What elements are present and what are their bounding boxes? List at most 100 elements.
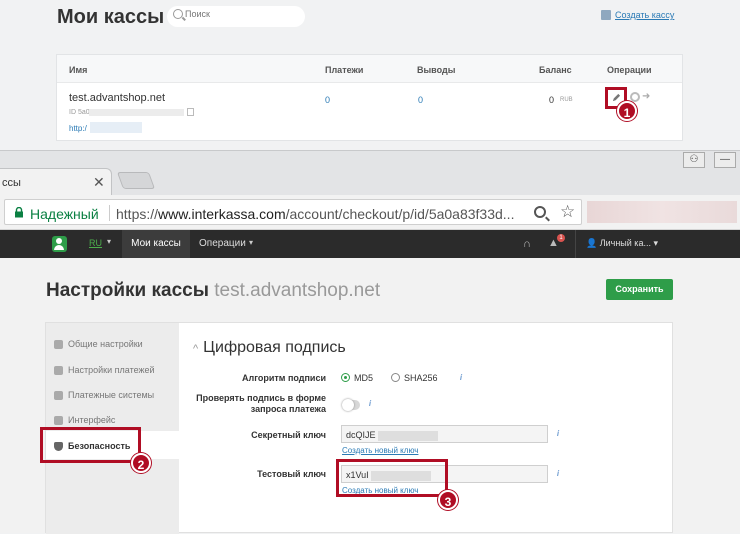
copy-icon[interactable]: [187, 108, 194, 116]
section-title[interactable]: ^ Цифровая подпись: [193, 339, 346, 357]
omnibox-separator: [109, 205, 110, 221]
save-button[interactable]: Сохранить: [606, 279, 673, 300]
url-path: /account/checkout/p/id/5a0a83f33d...: [285, 206, 515, 222]
browser-tab-bar: ссы ✕ ⚇ —: [0, 150, 740, 196]
support-icon[interactable]: ∩: [523, 238, 531, 250]
lock-icon: [15, 207, 23, 218]
search-icon: [173, 9, 183, 19]
close-icon[interactable]: ✕: [93, 174, 105, 191]
secure-label: Надежный: [30, 206, 99, 222]
nav-item-my-cashboxes[interactable]: Мои кассы: [122, 230, 190, 258]
sidebar-item-general[interactable]: Общие настройки: [54, 339, 143, 349]
step-badge-1: 1: [617, 101, 637, 121]
cashbox-list-panel: Мои кассы Создать кассу Имя Платежи Выво…: [0, 0, 740, 150]
cashbox-table: Имя Платежи Выводы Баланс Операции test.…: [56, 54, 683, 141]
cashbox-name[interactable]: test.advantshop.net: [69, 92, 165, 104]
cashbox-url-blurred: [90, 122, 142, 133]
zoom-icon[interactable]: [534, 206, 546, 218]
minimize-icon[interactable]: —: [714, 152, 736, 168]
sidebar-item-payments[interactable]: Настройки платежей: [54, 365, 155, 375]
add-icon: [601, 10, 611, 20]
step-badge-2: 2: [131, 453, 151, 473]
sidebar-item-label: Платежные системы: [68, 390, 155, 400]
col-withdrawals: Выводы: [417, 65, 456, 75]
tab-title: ссы: [2, 177, 21, 189]
payments-value[interactable]: 0: [325, 95, 330, 105]
verify-label-line1: Проверять подпись в форме: [196, 393, 326, 403]
address-bar: Надежный https://www.interkassa.com/acco…: [0, 195, 740, 230]
site-navbar: RU ▾ Мои кассы Операции ▾ ∩ ▲ 1 👤 Личный…: [0, 230, 740, 258]
account-label: Личный ка...: [599, 238, 651, 248]
sidebar-item-label: Настройки платежей: [68, 365, 155, 375]
create-cashbox-label: Создать кассу: [615, 10, 675, 20]
arrow-icon[interactable]: ➜: [642, 91, 650, 102]
balance-value: 0: [549, 95, 555, 105]
section-title-text: Цифровая подпись: [203, 339, 346, 356]
test-key-label: Тестовый ключ: [257, 469, 326, 479]
verify-signature-toggle[interactable]: [342, 399, 360, 411]
settings-heading: Настройки кассы: [46, 280, 209, 301]
extensions-area: [587, 201, 737, 223]
md5-radio[interactable]: [341, 373, 350, 382]
browser-tab[interactable]: ссы ✕: [0, 168, 112, 196]
algorithm-label: Алгоритм подписи: [242, 373, 326, 383]
col-payments: Платежи: [325, 65, 364, 75]
search-box[interactable]: [167, 6, 305, 27]
sidebar-item-interface[interactable]: Интерфейс: [54, 415, 115, 425]
withdrawals-value[interactable]: 0: [418, 95, 423, 105]
language-selector[interactable]: RU: [89, 238, 102, 248]
logo-icon[interactable]: [52, 236, 67, 252]
account-menu[interactable]: 👤 Личный ка... ▾: [586, 238, 658, 249]
cashbox-url[interactable]: http:/: [69, 124, 87, 133]
chevron-down-icon: ▾: [107, 237, 112, 246]
alert-count-badge: 1: [557, 234, 565, 242]
url-text[interactable]: https://www.interkassa.com/account/check…: [116, 206, 514, 222]
md5-label: MD5: [354, 373, 374, 383]
palette-icon: [54, 415, 63, 425]
settings-title: Настройки кассы test.advantshop.net: [46, 280, 380, 302]
profile-icon[interactable]: ⚇: [683, 152, 705, 168]
secret-key-field[interactable]: dcQIJE: [341, 425, 548, 443]
info-icon[interactable]: i: [457, 373, 465, 383]
table-header: Имя Платежи Выводы Баланс Операции: [57, 55, 682, 83]
info-icon[interactable]: i: [554, 469, 562, 479]
document-icon: [54, 365, 63, 375]
info-icon[interactable]: i: [366, 399, 374, 409]
table-row: test.advantshop.net ID 5a0a6 http:/ 0 0 …: [57, 83, 682, 141]
secret-key-blurred: [377, 430, 438, 441]
sha256-radio[interactable]: [391, 373, 400, 382]
sha256-label: SHA256: [404, 373, 438, 383]
sidebar-item-label: Интерфейс: [68, 415, 116, 425]
omnibox[interactable]: Надежный https://www.interkassa.com/acco…: [4, 199, 582, 225]
nav-divider: [575, 230, 576, 258]
new-tab-button[interactable]: [116, 172, 156, 189]
cashbox-id-blurred: [89, 109, 184, 116]
chevron-up-icon: ^: [193, 343, 199, 355]
url-scheme: https://: [116, 206, 159, 222]
star-icon[interactable]: ☆: [560, 202, 575, 222]
nav-item-operations[interactable]: Операции: [199, 238, 246, 249]
url-host: www.interkassa.com: [158, 206, 286, 222]
chevron-down-icon: ▾: [249, 238, 254, 247]
sidebar-item-payment-systems[interactable]: Платежные системы: [54, 390, 154, 400]
settings-subtitle: test.advantshop.net: [214, 280, 381, 301]
highlight-test-key: [336, 459, 448, 497]
info-icon[interactable]: i: [554, 429, 562, 439]
currency-label: RUB: [560, 97, 573, 103]
verify-label-line2: запроса платежа: [250, 404, 326, 414]
col-name: Имя: [69, 65, 88, 75]
col-balance: Баланс: [539, 65, 572, 75]
col-operations: Операции: [607, 65, 652, 75]
card-icon: [54, 390, 63, 400]
user-icon: 👤: [586, 238, 600, 248]
create-cashbox-link[interactable]: Создать кассу: [601, 10, 674, 20]
step-badge-3: 3: [438, 490, 458, 510]
regenerate-secret-key-link[interactable]: Создать новый ключ: [342, 446, 418, 455]
search-input[interactable]: [185, 9, 295, 19]
secret-key-label: Секретный ключ: [251, 430, 326, 440]
page-title: Мои кассы: [57, 6, 165, 28]
sidebar-item-label: Общие настройки: [68, 339, 143, 349]
gear-icon: [54, 339, 63, 349]
gear-icon[interactable]: [630, 92, 640, 102]
secret-key-value: dcQIJE: [346, 430, 376, 440]
